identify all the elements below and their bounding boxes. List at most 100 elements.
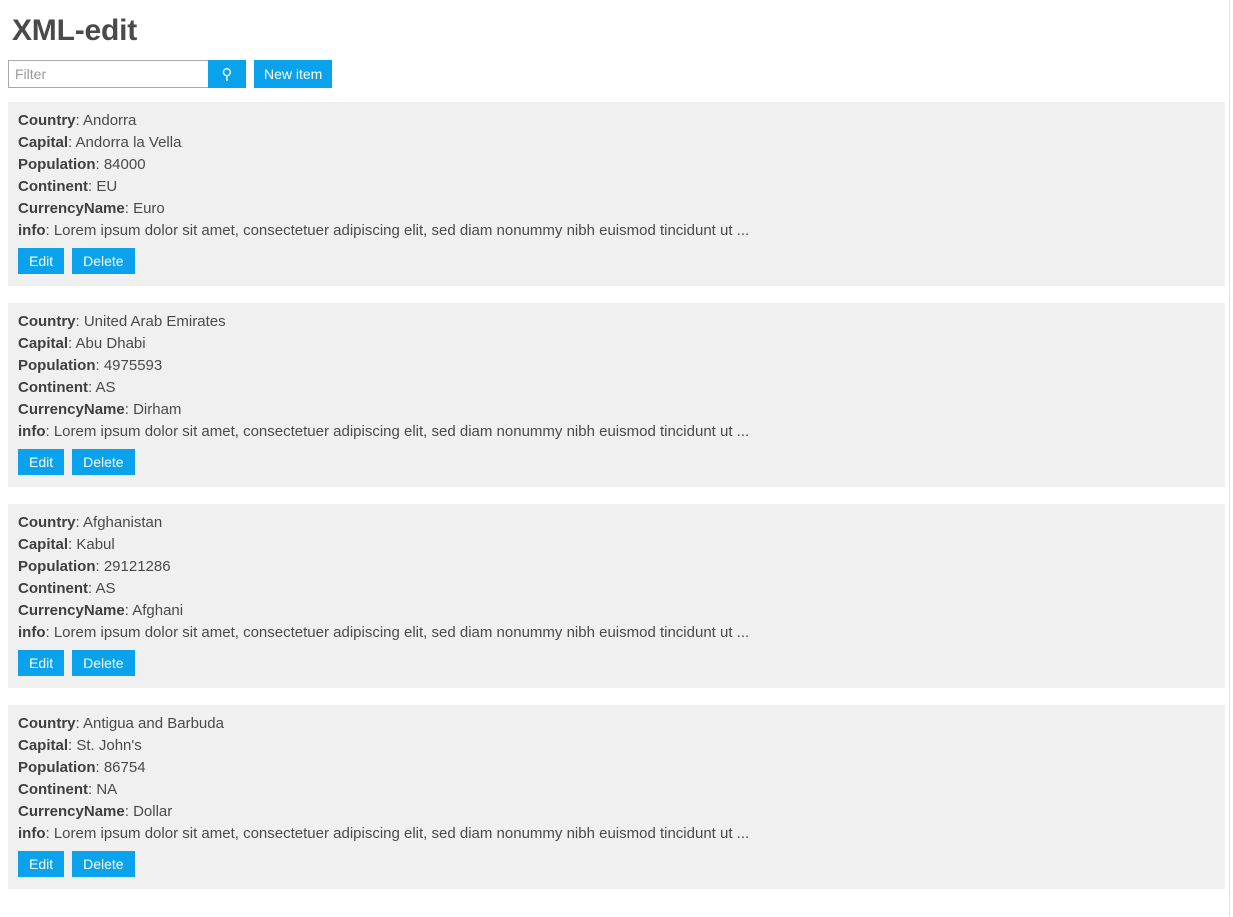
field-value: Antigua and Barbuda [83, 715, 224, 732]
field-separator: : [45, 825, 54, 842]
field-label: Continent [18, 379, 88, 396]
field-separator: : [95, 558, 104, 575]
field-separator: : [75, 112, 84, 129]
edit-button[interactable]: Edit [18, 650, 65, 676]
field-value: Afghanistan [83, 514, 163, 531]
field-separator: : [75, 514, 84, 531]
delete-button[interactable]: Delete [72, 449, 135, 475]
field-currency-name: CurrencyName: Dirham [18, 399, 1215, 421]
field-separator: : [45, 423, 54, 440]
field-value: Kabul [76, 536, 115, 553]
field-separator: : [87, 379, 96, 396]
field-value: Dirham [133, 401, 182, 418]
field-country: Country: United Arab Emirates [18, 311, 1215, 333]
edit-button[interactable]: Edit [18, 851, 65, 877]
field-info: info: Lorem ipsum dolor sit amet, consec… [18, 220, 1215, 242]
field-value: AS [95, 580, 116, 597]
field-separator: : [124, 200, 134, 217]
field-value: AS [95, 379, 116, 396]
field-value: Lorem ipsum dolor sit amet, consectetuer… [53, 222, 750, 239]
field-value: 29121286 [103, 558, 171, 575]
field-currency-name: CurrencyName: Euro [18, 198, 1215, 220]
field-capital: Capital: Kabul [18, 534, 1215, 556]
field-population: Population: 86754 [18, 757, 1215, 779]
new-item-button[interactable]: New item [254, 60, 333, 88]
field-value: Euro [133, 200, 165, 217]
field-value: Dollar [133, 803, 173, 820]
field-label: Population [18, 558, 96, 575]
field-separator: : [45, 222, 54, 239]
field-info: info: Lorem ipsum dolor sit amet, consec… [18, 622, 1215, 644]
search-icon-button[interactable]: ⚲ [208, 60, 246, 88]
filter-input[interactable] [8, 60, 208, 88]
field-separator: : [75, 715, 84, 732]
page-title: XML-edit [12, 14, 138, 47]
field-label: Country [18, 313, 76, 330]
app-root: XML-edit ⚲ New item Country: AndorraCapi… [0, 0, 1233, 917]
field-country: Country: Antigua and Barbuda [18, 713, 1215, 735]
field-label: Continent [18, 178, 88, 195]
field-continent: Continent: AS [18, 377, 1215, 399]
field-label: info [18, 825, 46, 842]
field-label: Population [18, 156, 96, 173]
edit-button[interactable]: Edit [18, 248, 65, 274]
field-separator: : [124, 401, 134, 418]
delete-button[interactable]: Delete [72, 650, 135, 676]
field-separator: : [75, 313, 84, 330]
field-label: info [18, 624, 46, 641]
field-value: 86754 [103, 759, 146, 776]
field-separator: : [124, 803, 134, 820]
field-label: CurrencyName [18, 200, 125, 217]
item-list: Country: Andorra Capital: Andorra la Vell… [8, 102, 1225, 889]
field-separator: : [68, 335, 76, 352]
edit-button[interactable]: Edit [18, 449, 65, 475]
field-value: Lorem ipsum dolor sit amet, consectetuer… [53, 423, 750, 440]
field-value: Andorra [83, 112, 137, 129]
field-value: Lorem ipsum dolor sit amet, consectetuer… [53, 624, 750, 641]
field-currency-name: CurrencyName: Afghani [18, 600, 1215, 622]
field-value: Lorem ipsum dolor sit amet, consectetuer… [53, 825, 750, 842]
field-separator: : [68, 134, 76, 151]
field-label: Capital [18, 335, 69, 352]
field-label: CurrencyName [18, 401, 125, 418]
field-separator: : [95, 759, 104, 776]
field-separator: : [87, 580, 96, 597]
item-card: Country: United Arab Emirates Capital: Ab… [8, 303, 1225, 487]
item-card: Country: Afghanistan Capital: Kabul Popula… [8, 504, 1225, 688]
item-card: Country: Andorra Capital: Andorra la Vell… [8, 102, 1225, 286]
field-value: Abu Dhabi [75, 335, 146, 352]
delete-button[interactable]: Delete [72, 851, 135, 877]
field-country: Country: Afghanistan [18, 512, 1215, 534]
field-population: Population: 29121286 [18, 556, 1215, 578]
field-separator: : [95, 357, 104, 374]
field-label: info [18, 423, 46, 440]
field-country: Country: Andorra [18, 110, 1215, 132]
card-actions: Edit Delete [18, 248, 1215, 274]
field-population: Population: 84000 [18, 154, 1215, 176]
page-right-edge [1229, 0, 1230, 917]
field-info: info: Lorem ipsum dolor sit amet, consec… [18, 823, 1215, 845]
field-label: Population [18, 759, 96, 776]
item-card: Country: Antigua and Barbuda Capital: St.… [8, 705, 1225, 889]
field-label: Capital [18, 737, 69, 754]
field-separator: : [45, 624, 54, 641]
search-icon: ⚲ [221, 65, 233, 83]
field-label: Country [18, 715, 76, 732]
card-actions: Edit Delete [18, 650, 1215, 676]
field-value: EU [96, 178, 118, 195]
card-actions: Edit Delete [18, 449, 1215, 475]
field-value: St. John's [76, 737, 142, 754]
field-population: Population: 4975593 [18, 355, 1215, 377]
field-continent: Continent: NA [18, 779, 1215, 801]
field-label: Country [18, 112, 76, 129]
field-label: Capital [18, 536, 69, 553]
field-label: Continent [18, 781, 88, 798]
field-value: United Arab Emirates [83, 313, 226, 330]
field-capital: Capital: St. John's [18, 735, 1215, 757]
field-currency-name: CurrencyName: Dollar [18, 801, 1215, 823]
field-capital: Capital: Andorra la Vella [18, 132, 1215, 154]
field-value: NA [96, 781, 118, 798]
delete-button[interactable]: Delete [72, 248, 135, 274]
field-label: Population [18, 357, 96, 374]
field-value: Andorra la Vella [75, 134, 182, 151]
